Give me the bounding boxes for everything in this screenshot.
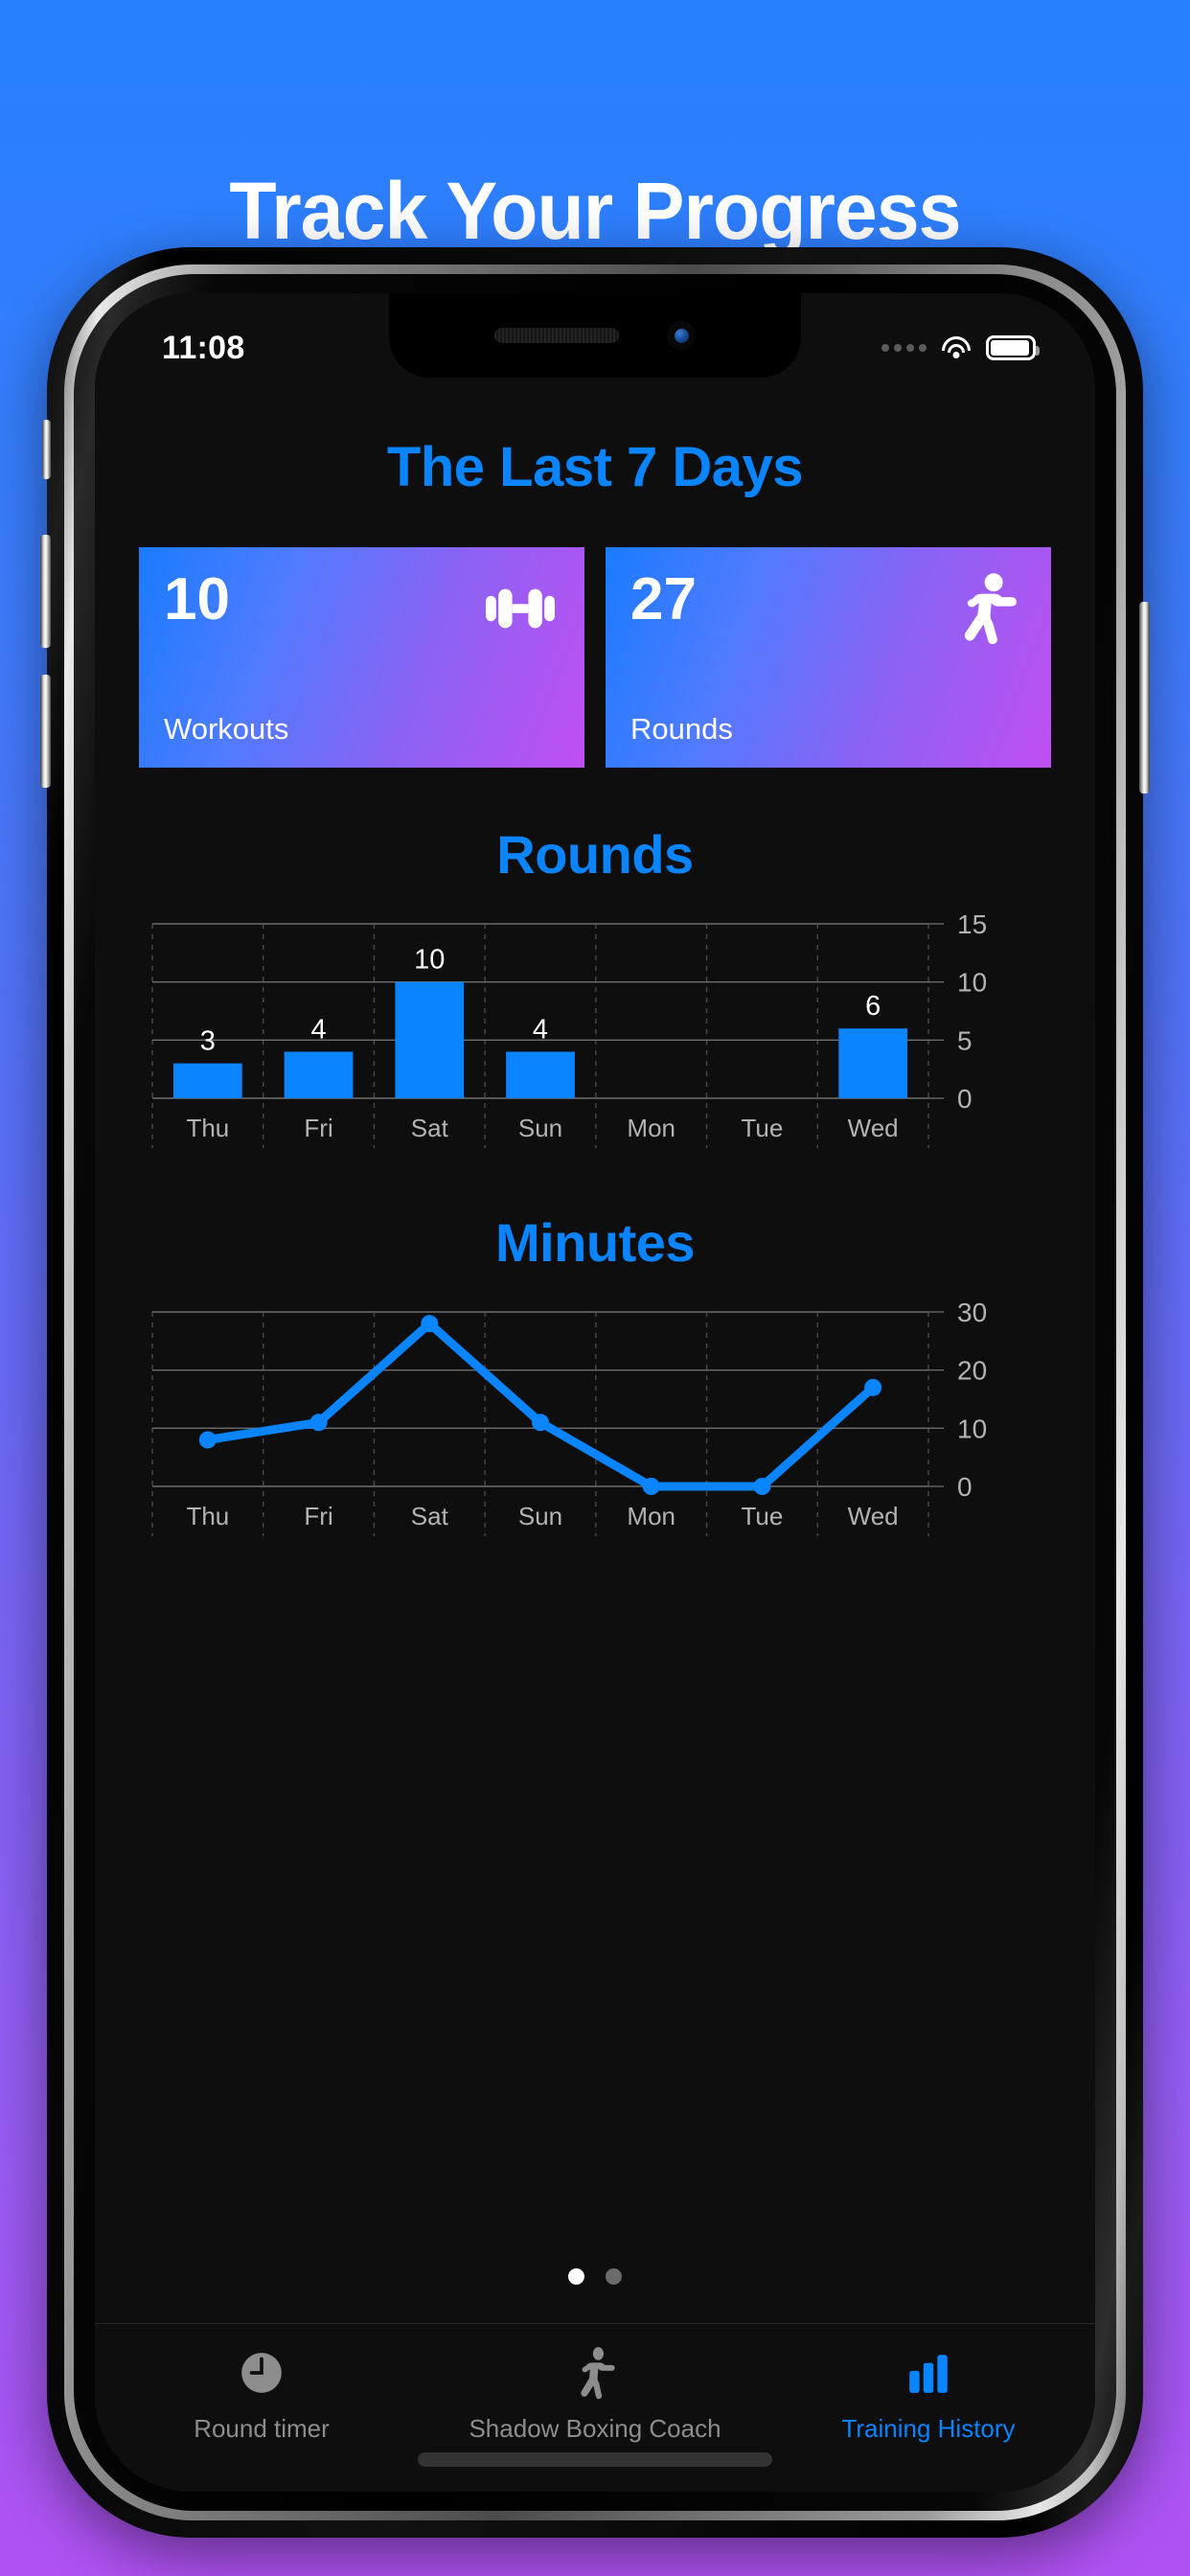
bar (284, 1051, 354, 1098)
battery-icon (986, 335, 1040, 360)
x-axis-tick-label: Wed (848, 1502, 899, 1530)
camera-lens (674, 328, 689, 343)
bar (172, 1063, 242, 1098)
bar (506, 1051, 575, 1098)
stat-card-value: 10 (164, 566, 230, 632)
page-dot[interactable] (568, 2268, 584, 2285)
x-axis-tick-label: Fri (304, 1114, 332, 1142)
x-axis-tick-label: Mon (627, 1114, 675, 1142)
stat-cards: 10 Workouts 27 Rounds (95, 547, 1095, 768)
status-indicators (881, 335, 1040, 360)
line-data-point (753, 1478, 771, 1495)
bar-value-label: 4 (311, 1014, 327, 1045)
x-axis-tick-label: Sun (518, 1502, 562, 1530)
page-title: The Last 7 Days (386, 436, 804, 498)
status-clock: 11:08 (162, 329, 245, 366)
x-axis-tick-label: Sun (518, 1114, 562, 1142)
y-axis-tick-label: 10 (957, 968, 987, 998)
stat-card-value: 27 (630, 566, 697, 632)
line-data-point (309, 1414, 328, 1432)
x-axis-tick-label: Tue (742, 1502, 784, 1530)
bar-chart-svg: Thu Fri Sat Sun Mon Tue Wed 0 5 10 15 3 4 10 4 6 (151, 909, 987, 1148)
x-axis-tick-label: Fri (304, 1502, 332, 1530)
app-content: The Last 7 Days 10 Workouts 27 Rounds Ro… (95, 293, 1095, 2492)
tab-training-history[interactable]: Training History (762, 2343, 1095, 2444)
y-axis-tick-label: 20 (957, 1356, 987, 1386)
dumbbell-icon (481, 572, 560, 645)
clock-icon (238, 2343, 286, 2403)
earpiece-speaker-icon (494, 328, 619, 343)
phone-notch (389, 293, 801, 378)
chart-title-minutes: Minutes (494, 1212, 696, 1273)
line-data-point (198, 1431, 217, 1449)
line-data-point (532, 1414, 549, 1432)
y-axis-tick-label: 10 (957, 1414, 987, 1443)
bar-chart-icon (904, 2343, 952, 2403)
y-axis-tick-label: 30 (957, 1298, 987, 1327)
x-axis-tick-label: Sat (411, 1502, 449, 1530)
x-axis-tick-label: Mon (627, 1502, 675, 1530)
x-axis-tick-label: Thu (186, 1502, 229, 1530)
wifi-icon (940, 335, 973, 360)
home-indicator[interactable] (418, 2452, 772, 2467)
line-chart-svg: Thu Fri Sat Sun Mon Tue Wed 0 10 20 30 (151, 1298, 987, 1536)
mute-switch-button[interactable] (42, 420, 51, 479)
volume-up-button[interactable] (40, 535, 51, 648)
boxer-icon (572, 2343, 618, 2403)
x-axis-tick-label: Thu (186, 1114, 229, 1142)
phone-mockup: 11:08 The Last 7 Days 10 Workouts 27 Rou… (40, 247, 1150, 2538)
bar (838, 1028, 908, 1098)
line-series (203, 1319, 878, 1491)
promo-headline: Track Your Progress (229, 166, 961, 256)
front-camera-icon (667, 321, 696, 350)
stat-card-workouts[interactable]: 10 Workouts (139, 547, 584, 768)
bar-value-label: 10 (414, 945, 445, 976)
bar-value-label: 4 (533, 1014, 548, 1045)
x-axis-tick-label: Tue (742, 1114, 784, 1142)
chart-rounds: Thu Fri Sat Sun Mon Tue Wed 0 5 10 15 3 4 10 4 6 (95, 907, 1095, 1156)
phone-screen: 11:08 The Last 7 Days 10 Workouts 27 Rou… (95, 293, 1095, 2492)
x-axis-tick-label: Wed (848, 1114, 899, 1142)
signal-dots-icon (881, 344, 927, 352)
page-dot[interactable] (606, 2268, 622, 2285)
chart-minutes: Thu Fri Sat Sun Mon Tue Wed 0 10 20 30 (95, 1295, 1095, 1544)
tab-round-timer[interactable]: Round timer (95, 2343, 428, 2444)
stat-card-rounds[interactable]: 27 Rounds (606, 547, 1051, 768)
power-button[interactable] (1139, 602, 1150, 794)
bar-value-label: 6 (865, 991, 881, 1022)
boxer-icon (948, 572, 1026, 645)
y-axis-tick-label: 15 (957, 909, 987, 939)
chart-title-rounds: Rounds (496, 824, 694, 885)
line-data-point (642, 1478, 660, 1495)
stat-card-label: Workouts (164, 712, 289, 746)
tab-label: Shadow Boxing Coach (469, 2414, 721, 2443)
page-indicator-dots[interactable] (95, 2268, 1095, 2285)
y-axis-tick-label: 0 (957, 1472, 973, 1502)
bar (395, 981, 465, 1098)
tab-label: Round timer (194, 2414, 330, 2443)
x-axis-tick-label: Sat (411, 1114, 449, 1142)
y-axis-tick-label: 0 (957, 1084, 973, 1114)
line-data-point (864, 1378, 882, 1396)
stat-card-label: Rounds (630, 712, 733, 746)
y-axis-tick-label: 5 (957, 1025, 973, 1055)
bar-value-label: 3 (200, 1026, 216, 1057)
line-data-point (421, 1315, 439, 1333)
tab-shadow-boxing-coach[interactable]: Shadow Boxing Coach (428, 2343, 762, 2444)
tab-label: Training History (841, 2414, 1016, 2443)
volume-down-button[interactable] (40, 675, 51, 788)
